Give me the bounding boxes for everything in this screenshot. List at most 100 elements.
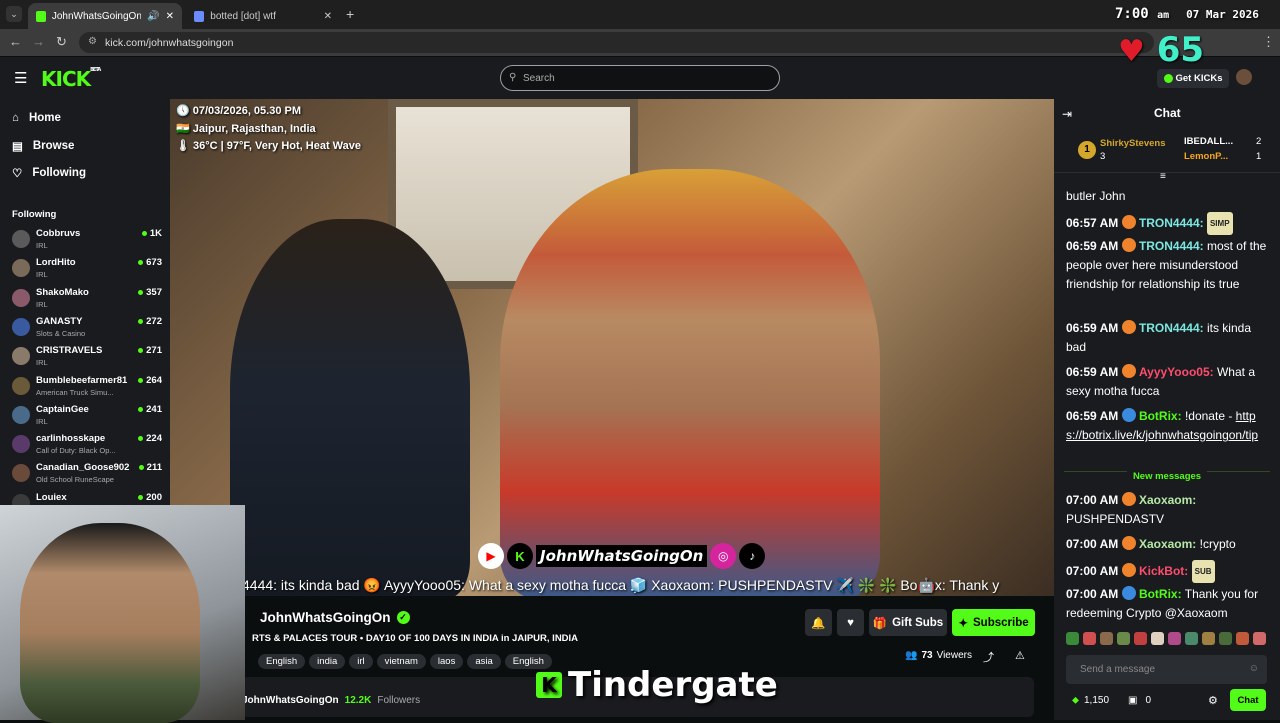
tab-kick[interactable]: JohnWhatsGoingOn Stream 🔊 ✕ bbox=[28, 3, 182, 29]
tab-botted[interactable]: botted [dot] wtf ✕ bbox=[186, 3, 340, 29]
emote-icon[interactable] bbox=[1202, 632, 1215, 645]
logo-text: KICK bbox=[41, 67, 91, 91]
collapse-chat-icon[interactable]: ⇥ bbox=[1062, 107, 1072, 121]
close-tab-icon[interactable]: ✕ bbox=[324, 11, 332, 22]
channel-viewer-count: 357 bbox=[146, 286, 162, 298]
emote-icon[interactable] bbox=[1236, 632, 1249, 645]
close-tab-icon[interactable]: ✕ bbox=[166, 11, 174, 22]
sidebar-channel[interactable]: LordHito IRL 673 bbox=[12, 255, 162, 284]
site-info-icon[interactable]: ⚙ bbox=[88, 36, 97, 47]
share-icon[interactable]: ⤴ bbox=[983, 649, 994, 665]
nav-label: Browse bbox=[32, 140, 75, 152]
sidebar-channel[interactable]: ShakoMako IRL 357 bbox=[12, 285, 162, 314]
subscribe-button[interactable]: ✦ Subscribe bbox=[952, 609, 1035, 636]
reload-icon[interactable]: ↻ bbox=[56, 34, 67, 50]
avatar[interactable] bbox=[1236, 69, 1252, 85]
chat-settings-icon[interactable]: ⚙ bbox=[1208, 694, 1218, 707]
emoji-icon[interactable]: ☺ bbox=[1249, 663, 1259, 674]
kicks-coin-icon bbox=[1163, 74, 1173, 83]
channel-viewers: 264 bbox=[138, 375, 162, 386]
sidebar-channel[interactable]: Bumblebeefarmer81 American Truck Simu... 2… bbox=[12, 373, 162, 402]
back-icon[interactable]: ← bbox=[9, 34, 22, 49]
emote-icon[interactable] bbox=[1117, 632, 1130, 645]
caption-text: Tindergate bbox=[568, 665, 778, 705]
emote-icon[interactable] bbox=[1083, 632, 1096, 645]
message-username[interactable]: TRON4444: bbox=[1139, 239, 1204, 253]
chat-input-placeholder: Send a message bbox=[1080, 664, 1156, 675]
menu-dots-icon[interactable]: ⋮ bbox=[1262, 34, 1275, 50]
speaker-icon[interactable]: 🔊 bbox=[147, 11, 159, 22]
pinned-expand-icon[interactable]: ≡ bbox=[1160, 171, 1166, 182]
message-username[interactable]: Xaoxaom: bbox=[1139, 493, 1196, 507]
live-dot bbox=[138, 377, 144, 383]
emote-icon[interactable] bbox=[1134, 632, 1147, 645]
message-username[interactable]: TRON4444: bbox=[1139, 216, 1204, 230]
stream-tag[interactable]: india bbox=[309, 654, 346, 669]
message-username[interactable]: BotRix: bbox=[1139, 409, 1182, 423]
report-icon[interactable]: ⚠ bbox=[1015, 649, 1025, 662]
nav-browse[interactable]: ▤ Browse bbox=[12, 139, 74, 153]
points-display[interactable]: ⬥ 1,150 bbox=[1072, 695, 1109, 706]
stream-tag[interactable]: English bbox=[258, 654, 306, 669]
message-username[interactable]: TRON4444: bbox=[1139, 321, 1204, 335]
webcam-overlay bbox=[0, 505, 245, 723]
emote-icon[interactable] bbox=[1100, 632, 1113, 645]
notifications-button[interactable]: 🔔 bbox=[805, 609, 832, 636]
leaderboard-count-3: 1 bbox=[1256, 151, 1262, 162]
channel-avatar bbox=[12, 317, 30, 336]
brand-bar-text: JohnWhatsGoingOn bbox=[536, 545, 708, 567]
chat-message: 06:57 AM TRON4444: SIMP bbox=[1066, 212, 1271, 235]
clock-date: 07 Mar 2026 bbox=[1186, 8, 1259, 21]
live-dot bbox=[138, 465, 144, 471]
message-username[interactable]: Xaoxaom: bbox=[1139, 537, 1196, 551]
sidebar-channel[interactable]: GANASTY Slots & Casino 272 bbox=[12, 314, 162, 343]
points-icon: ⬥ bbox=[1072, 695, 1079, 706]
sidebar-channel[interactable]: CRISTRAVELS IRL 271 bbox=[12, 343, 162, 372]
emote-icon[interactable] bbox=[1168, 632, 1181, 645]
subscribe-label: Subscribe bbox=[973, 616, 1029, 629]
stream-tag[interactable]: asia bbox=[467, 654, 501, 669]
nav-following[interactable]: ♡ Following bbox=[12, 166, 86, 180]
sidebar-channel[interactable]: Cobbruvs IRL 1K bbox=[12, 226, 162, 255]
chat-message: 07:00 AM BotRix: Thank you for redeeming… bbox=[1066, 585, 1271, 623]
emote-icon[interactable] bbox=[1151, 632, 1164, 645]
emote-icon[interactable] bbox=[1066, 632, 1079, 645]
hamburger-icon[interactable]: ☰ bbox=[14, 69, 27, 87]
gift-subs-button[interactable]: 🎁 Gift Subs bbox=[869, 609, 947, 636]
emote-icon[interactable] bbox=[1185, 632, 1198, 645]
sidebar-channel[interactable]: CaptainGee IRL 241 bbox=[12, 402, 162, 431]
video-person-left bbox=[230, 219, 470, 599]
message-username[interactable]: AyyyYooo05: bbox=[1139, 365, 1214, 379]
get-kicks-button[interactable]: Get KICKs bbox=[1157, 69, 1229, 88]
forward-icon[interactable]: → bbox=[32, 34, 45, 49]
heart-icon: ♥ bbox=[1118, 34, 1145, 69]
nav-home[interactable]: ⌂ Home bbox=[12, 112, 61, 124]
channel-viewer-count: 224 bbox=[146, 433, 162, 445]
url-input[interactable]: ⚙ kick.com/johnwhatsgoingon bbox=[79, 32, 1154, 53]
emote-icon[interactable] bbox=[1253, 632, 1266, 645]
channel-name: CRISTRAVELS bbox=[36, 345, 103, 357]
stream-tag[interactable]: vietnam bbox=[376, 654, 426, 669]
brand-bar-overlay: ▶ K JohnWhatsGoingOn ◎ ♪ bbox=[478, 542, 766, 570]
chat-send-button[interactable]: Chat bbox=[1230, 689, 1266, 711]
new-tab-icon[interactable]: + bbox=[346, 6, 354, 22]
follow-button[interactable]: ♥ bbox=[837, 609, 864, 636]
stream-tag[interactable]: laos bbox=[429, 654, 464, 669]
kick-logo[interactable]: KICKBETA bbox=[41, 67, 101, 91]
leaderboard-rank-1[interactable]: 1 bbox=[1078, 141, 1096, 159]
redeem-display[interactable]: ▣ 0 bbox=[1128, 695, 1151, 706]
channel-name[interactable]: JohnWhatsGoingOn ✓ bbox=[260, 610, 410, 625]
chat-input[interactable]: Send a message ☺ bbox=[1066, 655, 1267, 684]
chat-send-label: Chat bbox=[1237, 694, 1259, 706]
sidebar-channel[interactable]: Canadian_Goose902 Old School RuneScape 211 bbox=[12, 460, 162, 489]
points-value: 1,150 bbox=[1084, 695, 1110, 706]
message-username[interactable]: KickBot: bbox=[1139, 564, 1188, 578]
search-input[interactable]: ⚲ Search bbox=[500, 65, 780, 91]
tab-list-icon[interactable]: ⌄ bbox=[6, 6, 22, 22]
message-username[interactable]: BotRix: bbox=[1139, 587, 1182, 601]
channel-avatar bbox=[12, 376, 30, 395]
video-player[interactable]: 🕔 07/03/2026, 05.30 PM 🇮🇳 Jaipur, Rajast… bbox=[170, 99, 1054, 599]
stream-tag[interactable]: irl bbox=[349, 654, 373, 669]
sidebar-channel[interactable]: carlinhosskape Call of Duty: Black Op... 2… bbox=[12, 431, 162, 460]
emote-icon[interactable] bbox=[1219, 632, 1232, 645]
